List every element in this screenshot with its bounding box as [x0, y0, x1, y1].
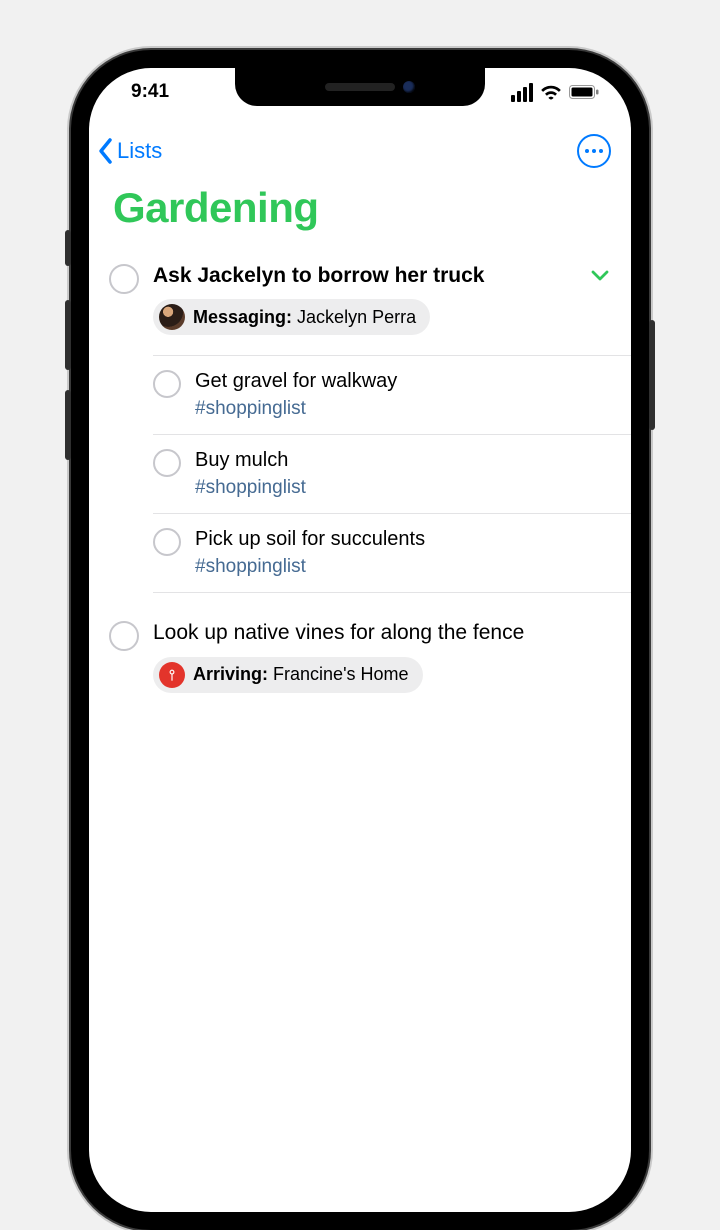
mute-switch — [65, 230, 71, 266]
nav-bar: Lists — [89, 126, 631, 176]
reminder-row[interactable]: Ask Jackelyn to borrow her truck Messagi… — [89, 250, 631, 349]
location-chip[interactable]: Arriving: Francine's Home — [153, 657, 423, 693]
completion-circle[interactable] — [153, 370, 181, 398]
phone-frame: 9:41 Lists — [71, 50, 649, 1230]
reminder-row[interactable]: Pick up soil for succulents #shoppinglis… — [153, 513, 631, 592]
chip-label: Arriving: Francine's Home — [193, 664, 409, 685]
reminder-tag[interactable]: #shoppinglist — [195, 477, 611, 499]
contact-avatar — [159, 304, 185, 330]
battery-icon — [569, 85, 599, 99]
reminder-row[interactable] — [153, 592, 631, 605]
subtask-list: Get gravel for walkway #shoppinglist Buy… — [89, 355, 631, 592]
ellipsis-dot-icon — [585, 149, 589, 153]
wifi-icon — [540, 84, 562, 100]
reminder-tag[interactable]: #shoppinglist — [195, 398, 611, 420]
reminder-row[interactable]: Get gravel for walkway #shoppinglist — [153, 355, 631, 434]
volume-up-button — [65, 300, 71, 370]
back-button[interactable]: Lists — [97, 137, 162, 165]
chip-label: Messaging: Jackelyn Perra — [193, 307, 416, 328]
chevron-left-icon — [97, 137, 115, 165]
completion-circle[interactable] — [109, 621, 139, 651]
chevron-down-icon — [591, 270, 609, 282]
completion-circle[interactable] — [109, 264, 139, 294]
front-camera — [403, 81, 415, 93]
volume-down-button — [65, 390, 71, 460]
completion-circle[interactable] — [153, 528, 181, 556]
reminder-title: Look up native vines for along the fence — [153, 619, 524, 646]
reminder-title: Buy mulch — [195, 447, 288, 473]
status-time: 9:41 — [117, 81, 169, 103]
location-pin-icon — [159, 662, 185, 688]
reminder-tag[interactable]: #shoppinglist — [195, 556, 611, 578]
more-button[interactable] — [577, 134, 611, 168]
speaker-grill — [325, 83, 395, 91]
completion-circle[interactable] — [153, 449, 181, 477]
reminder-title: Ask Jackelyn to borrow her truck — [153, 262, 484, 289]
messaging-chip[interactable]: Messaging: Jackelyn Perra — [153, 299, 430, 335]
screen: 9:41 Lists — [89, 68, 631, 1212]
app-content: Lists Gardening Ask Jackelyn to borrow h… — [89, 68, 631, 707]
reminder-title: Pick up soil for succulents — [195, 526, 425, 552]
page-title: Gardening — [89, 176, 631, 250]
notch — [235, 68, 485, 106]
ellipsis-dot-icon — [599, 149, 603, 153]
reminder-row[interactable]: Look up native vines for along the fence… — [89, 605, 631, 706]
reminder-title: Get gravel for walkway — [195, 368, 397, 394]
power-button — [649, 320, 655, 430]
reminder-row[interactable]: Buy mulch #shoppinglist — [153, 434, 631, 513]
back-label: Lists — [117, 138, 162, 164]
cellular-icon — [511, 83, 533, 102]
expand-toggle[interactable] — [591, 262, 609, 289]
ellipsis-dot-icon — [592, 149, 596, 153]
